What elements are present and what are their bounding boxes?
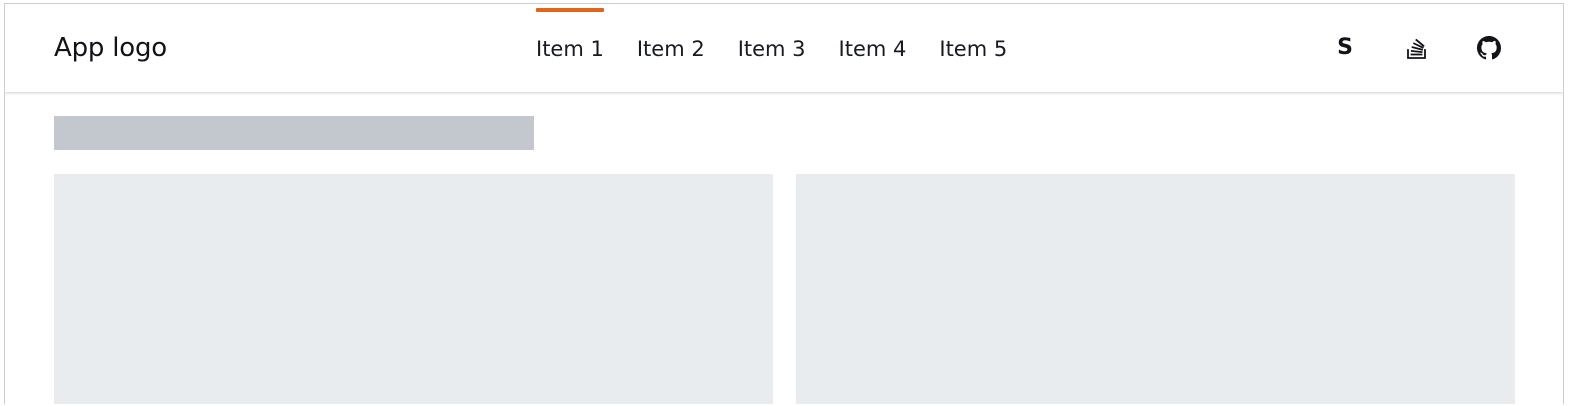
github-icon[interactable] xyxy=(1477,36,1501,60)
skeleton-title-placeholder xyxy=(54,116,534,150)
nav-item-4[interactable]: Item 4 xyxy=(839,4,907,92)
skeleton-card-right xyxy=(796,174,1515,404)
app-window: App logo Item 1 Item 2 Item 3 Item 4 Ite… xyxy=(4,3,1564,404)
app-logo[interactable]: App logo xyxy=(54,31,167,65)
header-icon-group: S xyxy=(1333,4,1501,92)
main-nav: Item 1 Item 2 Item 3 Item 4 Item 5 xyxy=(536,4,1007,92)
nav-item-5[interactable]: Item 5 xyxy=(939,4,1007,92)
skeleton-card-left xyxy=(54,174,773,404)
main-content xyxy=(5,92,1563,404)
top-navigation-bar: App logo Item 1 Item 2 Item 3 Item 4 Ite… xyxy=(5,4,1563,92)
s-brand-icon[interactable]: S xyxy=(1333,36,1357,60)
nav-item-3[interactable]: Item 3 xyxy=(738,4,806,92)
nav-item-2[interactable]: Item 2 xyxy=(637,4,705,92)
nav-item-1[interactable]: Item 1 xyxy=(536,4,604,92)
stack-overflow-icon[interactable] xyxy=(1405,36,1429,60)
